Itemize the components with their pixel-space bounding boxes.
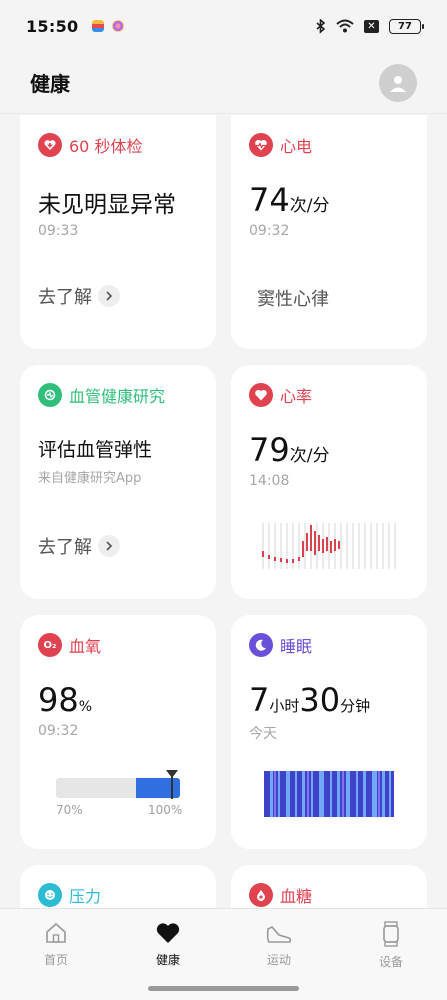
home-indicator[interactable] [148, 986, 299, 991]
card-header: 压力 [38, 883, 101, 907]
card-title: 血管健康研究 [69, 387, 166, 406]
page-title: 健康 [30, 72, 70, 96]
heart-icon [156, 923, 180, 943]
status-indicators: ✕ 77 [316, 18, 424, 34]
card-title: 心率 [280, 387, 313, 406]
vascular-icon [38, 383, 62, 407]
status-app-icons [92, 20, 125, 32]
hr-value-row: 79次/分 [249, 431, 329, 469]
sleep-hours: 7 [249, 681, 270, 719]
spo2-value-row: 98% [38, 681, 92, 719]
learn-more-label: 去了解 [38, 537, 92, 558]
card-blood-oxygen[interactable]: O₂ 血氧 98% 09:32 70% 100% [20, 615, 216, 849]
hr-unit: 次/分 [289, 446, 330, 466]
card-header: 睡眠 [249, 633, 312, 657]
app-photos-icon [112, 20, 125, 32]
ecg-heart-icon [249, 133, 273, 157]
battery-icon: 77 [389, 18, 424, 34]
status-time: 15:50 [26, 16, 79, 36]
card-vascular-study[interactable]: 血管健康研究 评估血管弹性 来自健康研究App 去了解 [20, 365, 216, 599]
user-icon [390, 75, 406, 92]
check-time: 09:33 [38, 223, 79, 239]
spo2-marker-icon [166, 770, 178, 799]
ecg-value-row: 74次/分 [249, 181, 329, 219]
check-result: 未见明显异常 [38, 192, 176, 218]
card-title: 60 秒体检 [69, 137, 143, 156]
bluetooth-icon [316, 18, 326, 34]
avatar[interactable] [379, 63, 417, 102]
nav-exercise[interactable]: 运动 [244, 921, 314, 968]
sim-disabled-icon: ✕ [364, 19, 379, 33]
nav-health-label: 健康 [155, 953, 180, 967]
hr-time: 14:08 [249, 473, 290, 489]
card-sleep[interactable]: 睡眠 7小时30分钟 今天 [231, 615, 427, 849]
sleep-minutes-unit: 分钟 [340, 697, 371, 715]
nav-device-label: 设备 [378, 955, 403, 969]
spo2-min-label: 70% [56, 803, 83, 817]
card-header: 60 秒体检 [38, 133, 142, 157]
ecg-result: 窦性心律 [257, 289, 329, 310]
sleep-stages-chart [264, 771, 394, 817]
chevron-right-icon [98, 285, 120, 307]
nav-health[interactable]: 健康 [133, 921, 203, 968]
card-header: 心率 [249, 383, 312, 407]
vascular-source: 来自健康研究App [38, 471, 142, 486]
spo2-range-bar [56, 770, 180, 799]
card-header: 血管健康研究 [38, 383, 165, 407]
moon-icon [249, 633, 273, 657]
card-title: 压力 [69, 887, 102, 906]
vascular-subtitle: 评估血管弹性 [38, 439, 153, 461]
wifi-icon [336, 19, 354, 33]
ecg-unit: 次/分 [289, 196, 330, 216]
spo2-time: 09:32 [38, 723, 79, 739]
app-notification-icon [92, 20, 105, 32]
learn-more-link[interactable]: 去了解 [38, 533, 120, 559]
card-header: 心电 [249, 133, 312, 157]
nav-home[interactable]: 首页 [21, 921, 91, 968]
card-header: O₂ 血氧 [38, 633, 101, 657]
spo2-unit: % [78, 699, 93, 715]
chevron-right-icon [98, 535, 120, 557]
o2-icon: O₂ [38, 633, 62, 657]
learn-more-label: 去了解 [38, 287, 92, 308]
hr-value: 79 [249, 431, 290, 469]
spo2-value: 98 [38, 681, 79, 719]
card-60s-check[interactable]: 60 秒体检 未见明显异常 09:33 去了解 [20, 115, 216, 349]
heart-rate-chart [262, 523, 396, 569]
home-icon [46, 922, 66, 943]
heart-shield-icon [38, 133, 62, 157]
watch-icon [383, 921, 399, 947]
smile-icon [38, 883, 62, 907]
nav-home-label: 首页 [43, 953, 68, 967]
card-title: 睡眠 [280, 637, 313, 656]
nav-device[interactable]: 设备 [356, 921, 426, 970]
card-heart-rate[interactable]: 心率 79次/分 14:08 [231, 365, 427, 599]
app-header: 健康 [0, 52, 447, 114]
drop-icon [249, 883, 273, 907]
sleep-value-row: 7小时30分钟 [249, 681, 370, 719]
learn-more-link[interactable]: 去了解 [38, 283, 120, 309]
spo2-max-label: 100% [148, 803, 183, 817]
ecg-time: 09:32 [249, 223, 290, 239]
card-header: 血糖 [249, 883, 312, 907]
shoe-icon [266, 926, 292, 943]
sleep-day: 今天 [249, 726, 277, 742]
card-title: 血糖 [280, 887, 313, 906]
card-ecg[interactable]: 心电 74次/分 09:32 窦性心律 [231, 115, 427, 349]
sleep-hours-unit: 小时 [269, 697, 300, 715]
ecg-value: 74 [249, 181, 290, 219]
card-title: 心电 [280, 137, 313, 156]
sleep-minutes: 30 [299, 681, 341, 719]
nav-exercise-label: 运动 [266, 953, 291, 967]
status-bar: 15:50 ✕ 77 [0, 0, 447, 52]
heart-icon [249, 383, 273, 407]
card-title: 血氧 [69, 637, 102, 656]
